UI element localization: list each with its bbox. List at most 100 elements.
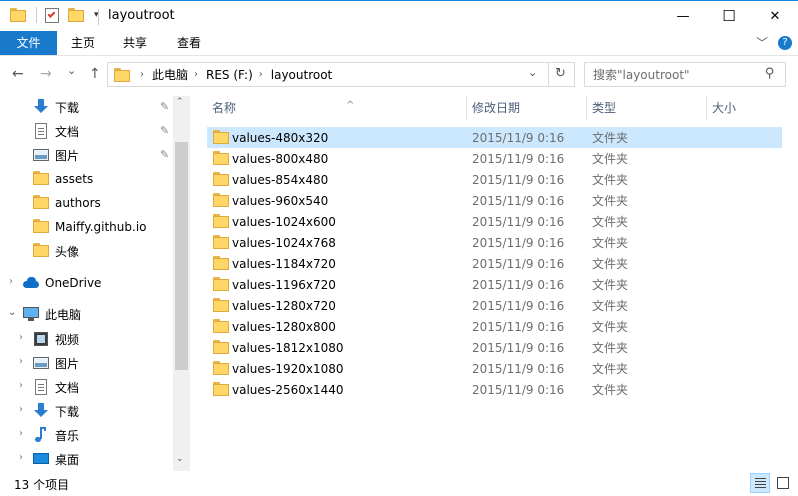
table-row[interactable]: values-1280x800 2015/11/9 0:16 文件夹: [207, 316, 782, 337]
breadcrumb-drive[interactable]: RES (F:): [206, 68, 253, 82]
table-row[interactable]: values-960x540 2015/11/9 0:16 文件夹: [207, 190, 782, 211]
pin-icon[interactable]: ✎: [160, 100, 169, 113]
nav-item-maiffy[interactable]: Maiffy.github.io: [33, 216, 173, 238]
file-type: 文件夹: [592, 215, 629, 229]
search-input[interactable]: [585, 63, 755, 86]
table-row[interactable]: values-854x480 2015/11/9 0:16 文件夹: [207, 169, 782, 190]
file-date: 2015/11/9 0:16: [472, 361, 565, 376]
folder-icon: [213, 130, 229, 144]
search-icon[interactable]: ⚲: [765, 66, 775, 81]
address-bar[interactable]: › 此电脑 › RES (F:) › layoutroot ⌄ ↻: [107, 62, 575, 87]
nav-item-this-pc[interactable]: 此电脑: [23, 303, 173, 325]
help-icon[interactable]: ?: [778, 36, 792, 50]
expand-chevron-icon[interactable]: ›: [19, 380, 23, 391]
folder-icon: [33, 219, 49, 235]
minimize-button[interactable]: —: [660, 1, 706, 31]
tab-share[interactable]: 共享: [114, 31, 156, 55]
column-header-size[interactable]: 大小: [706, 94, 786, 122]
table-row[interactable]: values-1196x720 2015/11/9 0:16 文件夹: [207, 274, 782, 295]
nav-scrollbar[interactable]: ⌃ ⌄: [173, 96, 190, 471]
breadcrumb-chevron-icon[interactable]: ›: [194, 69, 198, 80]
file-name: values-1920x1080: [232, 361, 344, 376]
expand-chevron-icon[interactable]: ›: [19, 356, 23, 367]
nav-item-music[interactable]: 音乐: [33, 424, 173, 446]
nav-item-avatar[interactable]: 头像: [33, 240, 173, 262]
table-row[interactable]: values-1184x720 2015/11/9 0:16 文件夹: [207, 253, 782, 274]
nav-item-authors[interactable]: authors: [33, 192, 173, 214]
file-date: 2015/11/9 0:16: [472, 319, 565, 334]
nav-item-label: OneDrive: [45, 276, 102, 290]
table-row[interactable]: values-800x480 2015/11/9 0:16 文件夹: [207, 148, 782, 169]
table-row[interactable]: values-1812x1080 2015/11/9 0:16 文件夹: [207, 337, 782, 358]
item-count: 13 个项目: [14, 478, 70, 492]
expand-ribbon-icon[interactable]: ﹀: [756, 34, 768, 51]
breadcrumb-chevron-icon[interactable]: ›: [259, 69, 263, 80]
nav-item-pc-documents[interactable]: 文档: [33, 376, 173, 398]
nav-item-label: 头像: [55, 244, 80, 259]
file-name: values-854x480: [232, 172, 329, 187]
pin-icon[interactable]: ✎: [160, 148, 169, 161]
forward-button[interactable]: →: [40, 66, 52, 82]
file-type: 文件夹: [592, 173, 629, 187]
tab-home[interactable]: 主页: [62, 31, 104, 55]
tab-view[interactable]: 查看: [168, 31, 210, 55]
column-header-date[interactable]: 修改日期: [466, 94, 586, 122]
nav-item-documents[interactable]: 文档: [33, 120, 173, 142]
refresh-button[interactable]: ↻: [555, 66, 566, 81]
table-row[interactable]: values-1024x768 2015/11/9 0:16 文件夹: [207, 232, 782, 253]
expand-chevron-icon[interactable]: ›: [19, 332, 23, 343]
breadcrumb-this-pc[interactable]: 此电脑: [152, 66, 188, 83]
table-row[interactable]: values-2560x1440 2015/11/9 0:16 文件夹: [207, 379, 782, 400]
scroll-down-icon[interactable]: ⌄: [176, 454, 184, 464]
scroll-up-icon[interactable]: ⌃: [176, 97, 184, 107]
nav-item-pc-downloads[interactable]: 下载: [33, 400, 173, 422]
file-name: values-1196x720: [232, 277, 336, 292]
back-button[interactable]: ←: [12, 66, 24, 82]
scrollbar-thumb[interactable]: [175, 142, 188, 370]
expand-chevron-icon[interactable]: ›: [19, 452, 23, 463]
nav-item-label: 文档: [55, 380, 80, 395]
properties-icon[interactable]: [45, 7, 59, 23]
address-dropdown-button[interactable]: ⌄: [528, 66, 537, 79]
nav-item-downloads[interactable]: 下载: [33, 96, 173, 118]
file-name: values-1280x720: [232, 298, 336, 313]
column-header-type[interactable]: 类型: [586, 94, 706, 122]
table-row[interactable]: values-1024x600 2015/11/9 0:16 文件夹: [207, 211, 782, 232]
large-icons-view-button[interactable]: [773, 473, 793, 493]
nav-item-pc-pictures[interactable]: 图片: [33, 352, 173, 374]
column-header-name[interactable]: 名称 ^: [206, 94, 466, 122]
collapse-chevron-icon[interactable]: ⌄: [8, 307, 16, 318]
window-title: layoutroot: [108, 8, 175, 23]
file-date: 2015/11/9 0:16: [472, 382, 565, 397]
nav-item-assets[interactable]: assets: [33, 168, 173, 190]
breadcrumb-chevron-icon[interactable]: ›: [140, 69, 144, 80]
recent-locations-button[interactable]: ⌄: [67, 64, 76, 77]
pin-icon[interactable]: ✎: [160, 124, 169, 137]
details-view-button[interactable]: [750, 473, 770, 493]
file-type: 文件夹: [592, 320, 629, 334]
title-bar: ▾ layoutroot — ☐ ✕: [0, 0, 798, 31]
close-button[interactable]: ✕: [752, 1, 798, 31]
expand-chevron-icon[interactable]: ›: [19, 428, 23, 439]
expand-chevron-icon[interactable]: ›: [9, 276, 13, 287]
folder-icon: [33, 171, 49, 187]
nav-item-pictures[interactable]: 图片: [33, 144, 173, 166]
folder-icon: [213, 382, 229, 396]
file-name: values-1024x768: [232, 235, 336, 250]
nav-item-desktop[interactable]: 桌面: [33, 448, 173, 470]
search-box[interactable]: ⚲: [584, 62, 786, 87]
file-type: 文件夹: [592, 341, 629, 355]
table-row[interactable]: values-1920x1080 2015/11/9 0:16 文件夹: [207, 358, 782, 379]
nav-item-videos[interactable]: 视频: [33, 328, 173, 350]
up-button[interactable]: ↑: [89, 66, 101, 82]
nav-item-onedrive[interactable]: OneDrive: [23, 272, 173, 294]
expand-chevron-icon[interactable]: ›: [19, 404, 23, 415]
breadcrumb-layoutroot[interactable]: layoutroot: [271, 68, 333, 82]
file-type: 文件夹: [592, 383, 629, 397]
maximize-button[interactable]: ☐: [706, 1, 752, 31]
new-folder-icon[interactable]: [68, 8, 84, 22]
folder-icon[interactable]: [10, 8, 26, 22]
table-row[interactable]: values-1280x720 2015/11/9 0:16 文件夹: [207, 295, 782, 316]
table-row[interactable]: values-480x320 2015/11/9 0:16 文件夹: [207, 127, 782, 148]
tab-file[interactable]: 文件: [0, 31, 57, 55]
